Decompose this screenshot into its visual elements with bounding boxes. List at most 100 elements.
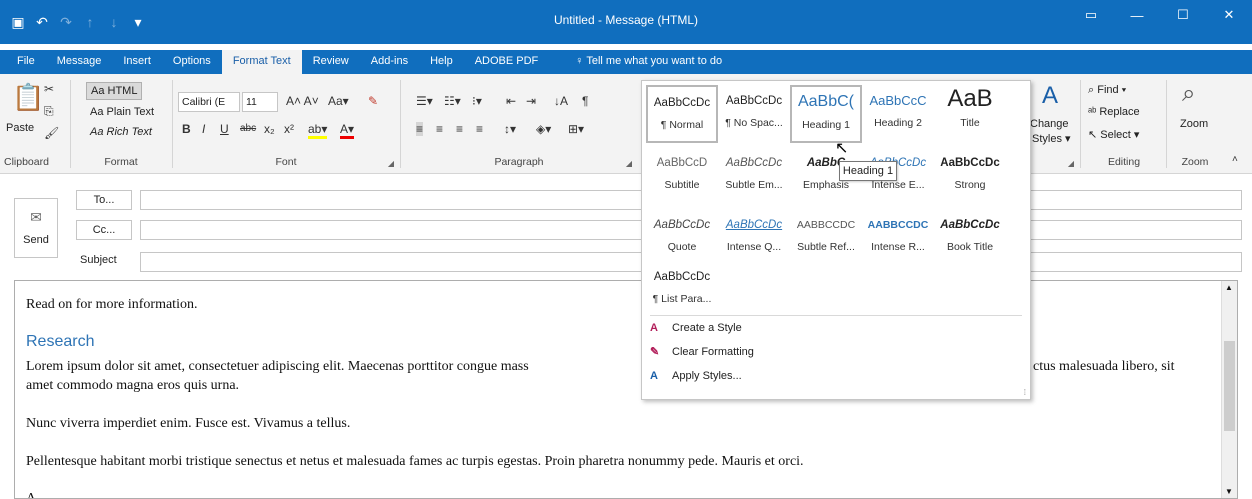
style-subtle-reference[interactable]: AABBCCDC Subtle Ref... bbox=[790, 209, 862, 267]
italic-icon[interactable]: I bbox=[202, 122, 205, 136]
body-line-1: Read on for more information. bbox=[26, 297, 198, 312]
title-bar: ▣ ↶ ↷ ↑ ↓ ▾ Untitled - Message (HTML) ▭ … bbox=[0, 0, 1252, 44]
plain-text-button[interactable]: Aa Plain Text bbox=[90, 106, 154, 118]
style-intense-reference[interactable]: AABBCCDC Intense R... bbox=[862, 209, 934, 267]
change-styles-line1[interactable]: Change bbox=[1030, 118, 1069, 130]
style-no-spacing[interactable]: AaBbCcDc ¶ No Spac... bbox=[718, 85, 790, 143]
style-name: Strong bbox=[954, 179, 986, 191]
clear-format-icon[interactable]: ✎ bbox=[368, 94, 378, 108]
style-strong[interactable]: AaBbCcDc Strong bbox=[934, 147, 1006, 205]
body-para-1-tail: ctus malesuada libero, sit bbox=[1033, 359, 1175, 374]
send-button[interactable]: ✉ Send bbox=[14, 198, 58, 258]
bullets-icon[interactable]: ☰▾ bbox=[416, 94, 433, 108]
style-title[interactable]: AaB Title bbox=[934, 85, 1006, 143]
styles-dialog-launcher-icon[interactable]: ◢ bbox=[1068, 159, 1074, 168]
tab-message[interactable]: Message bbox=[46, 50, 113, 74]
style-name: Subtle Ref... bbox=[797, 241, 855, 253]
line-spacing-icon[interactable]: ↕▾ bbox=[504, 122, 516, 136]
clear-formatting-label: Clear Formatting bbox=[672, 346, 754, 358]
apply-styles-icon: A bbox=[650, 370, 658, 382]
create-style-command[interactable]: A Create a Style bbox=[650, 318, 742, 338]
style-book-title[interactable]: AaBbCcDc Book Title bbox=[934, 209, 1006, 267]
scroll-down-icon[interactable]: ▼ bbox=[1225, 487, 1233, 496]
font-dialog-launcher-icon[interactable]: ◢ bbox=[388, 159, 394, 168]
zoom-button[interactable]: Zoom bbox=[1180, 118, 1208, 130]
tab-adobe-pdf[interactable]: ADOBE PDF bbox=[464, 50, 550, 74]
borders-icon[interactable]: ⊞▾ bbox=[568, 122, 584, 136]
cc-button[interactable]: Cc... bbox=[76, 220, 132, 240]
resize-grip-icon[interactable]: ⁞ bbox=[1024, 388, 1026, 397]
font-size-combo[interactable]: 11 bbox=[242, 92, 278, 112]
tab-review[interactable]: Review bbox=[302, 50, 360, 74]
multilevel-list-icon[interactable]: ⁝▾ bbox=[472, 94, 482, 108]
close-button[interactable]: ✕ bbox=[1206, 0, 1252, 30]
format-painter-icon[interactable]: 🖌 bbox=[44, 126, 59, 140]
justify-icon[interactable]: ≡ bbox=[476, 122, 483, 136]
scroll-thumb[interactable] bbox=[1224, 341, 1235, 431]
replace-button[interactable]: ᵃᵇ Replace bbox=[1088, 106, 1140, 118]
find-button[interactable]: ⌕ Find ▾ bbox=[1088, 84, 1126, 97]
numbering-icon[interactable]: ☷▾ bbox=[444, 94, 461, 108]
style-subtitle[interactable]: AaBbCcD Subtitle bbox=[646, 147, 718, 205]
to-button[interactable]: To... bbox=[76, 190, 132, 210]
clipboard-label: Clipboard bbox=[4, 156, 49, 168]
style-intense-quote[interactable]: AaBbCcDc Intense Q... bbox=[718, 209, 790, 267]
select-label: Select bbox=[1100, 129, 1131, 141]
paste-button[interactable]: Paste bbox=[6, 122, 34, 134]
subscript-icon[interactable]: x₂ bbox=[264, 122, 275, 136]
font-color-icon[interactable]: A▾ bbox=[340, 122, 355, 139]
tab-add-ins[interactable]: Add-ins bbox=[360, 50, 419, 74]
align-right-icon[interactable]: ≡ bbox=[456, 122, 463, 136]
underline-icon[interactable]: U bbox=[220, 122, 229, 136]
style-quote[interactable]: AaBbCcDc Quote bbox=[646, 209, 718, 267]
html-format-button[interactable]: Aa HTML bbox=[86, 82, 143, 100]
message-body[interactable]: Read on for more information. Research L… bbox=[14, 280, 1238, 499]
select-button[interactable]: ↖ Select ▾ bbox=[1088, 128, 1139, 141]
copy-icon[interactable]: ⎘ bbox=[44, 104, 54, 119]
strikethrough-icon[interactable]: abc bbox=[240, 123, 256, 134]
change-styles-icon[interactable]: A bbox=[1042, 82, 1058, 110]
tab-file[interactable]: File bbox=[6, 50, 46, 74]
font-family-combo[interactable]: Calibri (E bbox=[178, 92, 240, 112]
show-formatting-icon[interactable]: ¶ bbox=[582, 94, 588, 108]
shading-icon[interactable]: ◈▾ bbox=[536, 122, 551, 136]
rich-text-button[interactable]: Aa Rich Text bbox=[90, 126, 152, 138]
styles-gallery: AaBbCcDc ¶ Normal AaBbCcDc ¶ No Spac... … bbox=[641, 80, 1031, 400]
zoom-icon[interactable]: ⌕ bbox=[1182, 80, 1195, 108]
style-subtle-emphasis[interactable]: AaBbCcDc Subtle Em... bbox=[718, 147, 790, 205]
scroll-up-icon[interactable]: ▲ bbox=[1225, 283, 1233, 292]
apply-styles-command[interactable]: A Apply Styles... bbox=[650, 366, 742, 386]
sort-icon[interactable]: ↓A bbox=[554, 94, 568, 108]
paragraph-label: Paragraph bbox=[494, 156, 544, 168]
increase-indent-icon[interactable]: ⇥ bbox=[526, 94, 536, 108]
align-left-icon[interactable]: ≡ bbox=[416, 122, 424, 136]
font-label: Font bbox=[275, 156, 297, 168]
tab-insert[interactable]: Insert bbox=[112, 50, 162, 74]
change-styles-line2[interactable]: Styles ▾ bbox=[1032, 132, 1071, 145]
ribbon-display-icon[interactable]: ▭ bbox=[1068, 0, 1114, 30]
tab-help[interactable]: Help bbox=[419, 50, 464, 74]
style-normal[interactable]: AaBbCcDc ¶ Normal bbox=[646, 85, 718, 143]
tab-options[interactable]: Options bbox=[162, 50, 222, 74]
body-heading: Research bbox=[26, 333, 95, 350]
superscript-icon[interactable]: x² bbox=[284, 122, 294, 136]
highlight-icon[interactable]: ab▾ bbox=[308, 122, 328, 139]
tell-me-box[interactable]: ♀ Tell me what you want to do bbox=[549, 50, 722, 74]
tab-format-text[interactable]: Format Text bbox=[221, 50, 302, 74]
bold-icon[interactable]: B bbox=[182, 122, 191, 136]
decrease-indent-icon[interactable]: ⇤ bbox=[506, 94, 516, 108]
clear-formatting-command[interactable]: ✎ Clear Formatting bbox=[650, 342, 754, 362]
collapse-ribbon-icon[interactable]: ˄ bbox=[1232, 154, 1238, 165]
align-center-icon[interactable]: ≡ bbox=[436, 122, 443, 136]
grow-font-icon[interactable]: A˄ A˅ bbox=[286, 94, 319, 108]
body-scrollbar[interactable]: ▲ ▼ bbox=[1221, 281, 1237, 498]
paragraph-dialog-launcher-icon[interactable]: ◢ bbox=[626, 159, 632, 168]
style-heading-1[interactable]: AaBbC( Heading 1 bbox=[790, 85, 862, 143]
style-heading-2[interactable]: AaBbCcC Heading 2 bbox=[862, 85, 934, 143]
cut-icon[interactable]: ✂ bbox=[44, 82, 54, 96]
style-list-paragraph[interactable]: AaBbCcDc ¶ List Para... bbox=[646, 261, 718, 319]
change-case-icon[interactable]: Aa▾ bbox=[328, 94, 349, 108]
minimize-button[interactable]: — bbox=[1114, 0, 1160, 30]
maximize-button[interactable]: ☐ bbox=[1160, 0, 1206, 30]
paste-icon[interactable]: 📋 bbox=[12, 82, 44, 113]
